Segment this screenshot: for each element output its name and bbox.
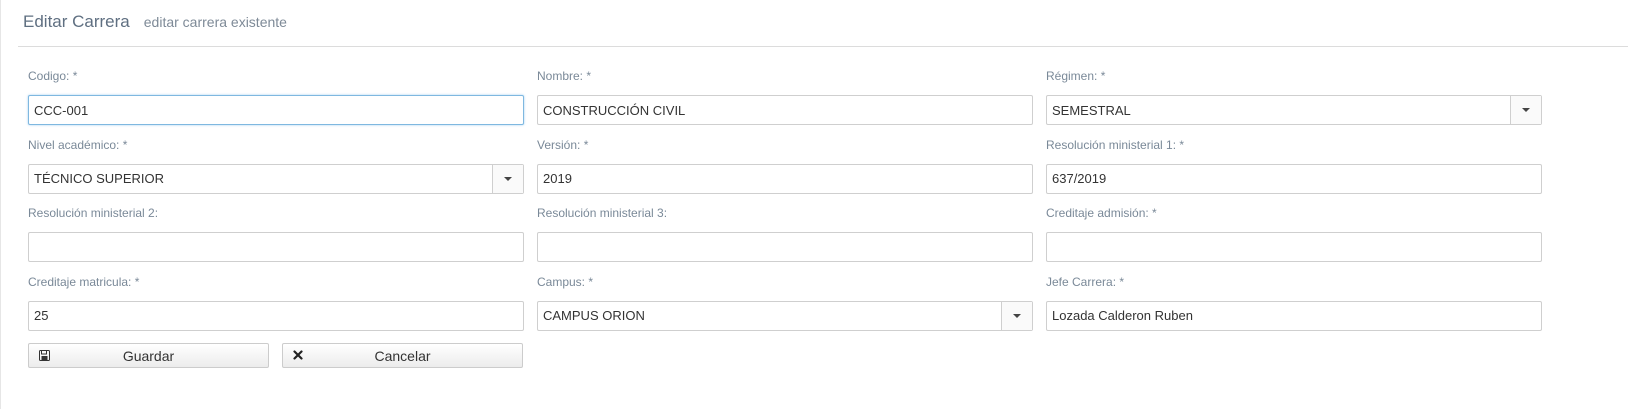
field-resolucion-1: Resolución ministerial 1: * [1046, 137, 1542, 206]
page-header: Editar Carrera editar carrera existente [23, 12, 287, 32]
resolucion-1-input[interactable] [1046, 163, 1542, 194]
save-button[interactable]: Guardar [28, 343, 269, 368]
page-subtitle: editar carrera existente [143, 14, 287, 30]
page-title: Editar Carrera [23, 12, 130, 31]
jefe-carrera-label: Jefe Carrera: * [1046, 274, 1125, 289]
campus-selected-value: CAMPUS ORION [543, 308, 645, 323]
resolucion-2-input[interactable] [28, 232, 524, 262]
field-jefe-carrera: Jefe Carrera: * [1046, 274, 1542, 343]
edit-career-page: Editar Carrera editar carrera existente … [0, 0, 1629, 409]
field-creditaje-admision: Creditaje admisión: * [1046, 205, 1542, 274]
caret-down-icon [504, 176, 512, 181]
version-input[interactable] [537, 163, 1033, 194]
regimen-selected-value: SEMESTRAL [1052, 102, 1131, 118]
nombre-label: Nombre: * [537, 69, 592, 83]
floppy-disk-icon [38, 349, 50, 361]
field-regimen: Régimen: * SEMESTRAL [1046, 68, 1542, 137]
creditaje-admision-label: Creditaje admisión: * [1046, 206, 1157, 220]
resolucion-2-label: Resolución ministerial 2: [28, 206, 159, 220]
form-actions: Guardar Cancelar [28, 343, 523, 368]
codigo-input[interactable] [28, 95, 524, 125]
resolucion-3-label: Resolución ministerial 3: [537, 206, 668, 220]
career-form: Codigo: * Nombre: * Régimen: * SEMESTRAL… [28, 68, 1620, 342]
nivel-academico-dropdown-toggle[interactable] [492, 164, 523, 193]
creditaje-matricula-input[interactable] [28, 300, 524, 331]
field-nivel-academico: Nivel académico: * TÉCNICO SUPERIOR [28, 137, 524, 206]
resolucion-3-input[interactable] [537, 232, 1033, 262]
left-border [0, 0, 1, 409]
nombre-input[interactable] [537, 95, 1033, 125]
campus-select[interactable]: CAMPUS ORION [537, 300, 1033, 331]
version-label: Versión: * [537, 137, 589, 152]
header-divider [18, 46, 1628, 47]
save-button-label: Guardar [122, 347, 175, 364]
field-creditaje-matricula: Creditaje matricula: * [28, 274, 524, 343]
field-campus: Campus: * CAMPUS ORION [537, 274, 1033, 343]
regimen-label: Régimen: * [1046, 69, 1106, 83]
codigo-label: Codigo: * [28, 69, 78, 83]
field-codigo: Codigo: * [28, 68, 524, 137]
nivel-academico-selected-value: TÉCNICO SUPERIOR [34, 171, 165, 186]
creditaje-admision-input[interactable] [1046, 232, 1542, 262]
campus-dropdown-toggle[interactable] [1001, 301, 1032, 330]
field-resolucion-3: Resolución ministerial 3: [537, 205, 1033, 274]
regimen-select[interactable]: SEMESTRAL [1046, 95, 1542, 125]
campus-label: Campus: * [537, 274, 594, 289]
jefe-carrera-input[interactable] [1046, 300, 1542, 331]
field-nombre: Nombre: * [537, 68, 1033, 137]
nivel-academico-select[interactable]: TÉCNICO SUPERIOR [28, 163, 524, 194]
regimen-dropdown-toggle[interactable] [1510, 96, 1541, 124]
nivel-academico-label: Nivel académico: * [28, 137, 128, 152]
resolucion-1-label: Resolución ministerial 1: * [1046, 137, 1185, 152]
caret-down-icon [1522, 108, 1530, 112]
close-icon [292, 349, 304, 361]
creditaje-matricula-label: Creditaje matricula: * [28, 274, 140, 289]
field-resolucion-2: Resolución ministerial 2: [28, 205, 524, 274]
cancel-button[interactable]: Cancelar [282, 343, 523, 368]
caret-down-icon [1013, 313, 1021, 318]
cancel-button-label: Cancelar [374, 347, 431, 364]
field-version: Versión: * [537, 137, 1033, 206]
